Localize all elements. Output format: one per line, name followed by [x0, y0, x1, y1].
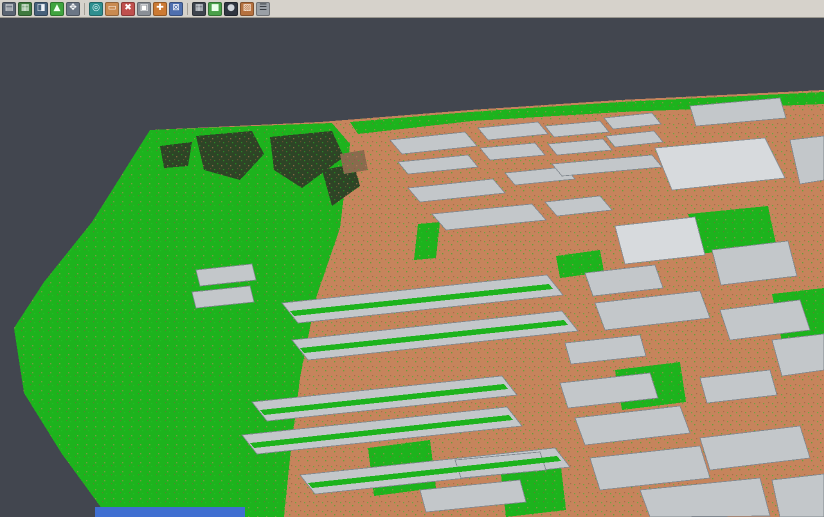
rectangle-select-icon[interactable]: ▭ [105, 2, 119, 16]
toolbar-icons: ▤▦◨▲✥◎▭✖▣✚⊠▦■●▨☰ [2, 2, 270, 16]
shaded-view-icon[interactable]: ■ [208, 2, 222, 16]
bottom-blue-strip [95, 507, 245, 517]
toolbar-separator [84, 3, 85, 15]
delete-selection-icon[interactable]: ✖ [121, 2, 135, 16]
crop-region-icon[interactable]: ▣ [137, 2, 151, 16]
model-viewport-svg[interactable] [0, 18, 824, 517]
orbit-view-icon[interactable]: ◎ [89, 2, 103, 16]
model-viewport[interactable] [0, 18, 824, 517]
open-project-icon[interactable]: ▤ [2, 2, 16, 16]
textured-view-icon[interactable]: ▨ [240, 2, 254, 16]
toolbar: ▤▦◨▲✥◎▭✖▣✚⊠▦■●▨☰ [0, 0, 824, 18]
navigation-icon[interactable]: ✥ [66, 2, 80, 16]
settings-icon[interactable]: ☰ [256, 2, 270, 16]
terrain-model-icon[interactable]: ▲ [50, 2, 64, 16]
zoom-fit-icon[interactable]: ⊠ [169, 2, 183, 16]
toolbar-separator [187, 3, 188, 15]
zoom-in-icon[interactable]: ✚ [153, 2, 167, 16]
point-cloud-view-icon[interactable]: ● [224, 2, 238, 16]
wireframe-view-icon[interactable]: ▦ [192, 2, 206, 16]
save-project-icon[interactable]: ▦ [18, 2, 32, 16]
import-photos-icon[interactable]: ◨ [34, 2, 48, 16]
